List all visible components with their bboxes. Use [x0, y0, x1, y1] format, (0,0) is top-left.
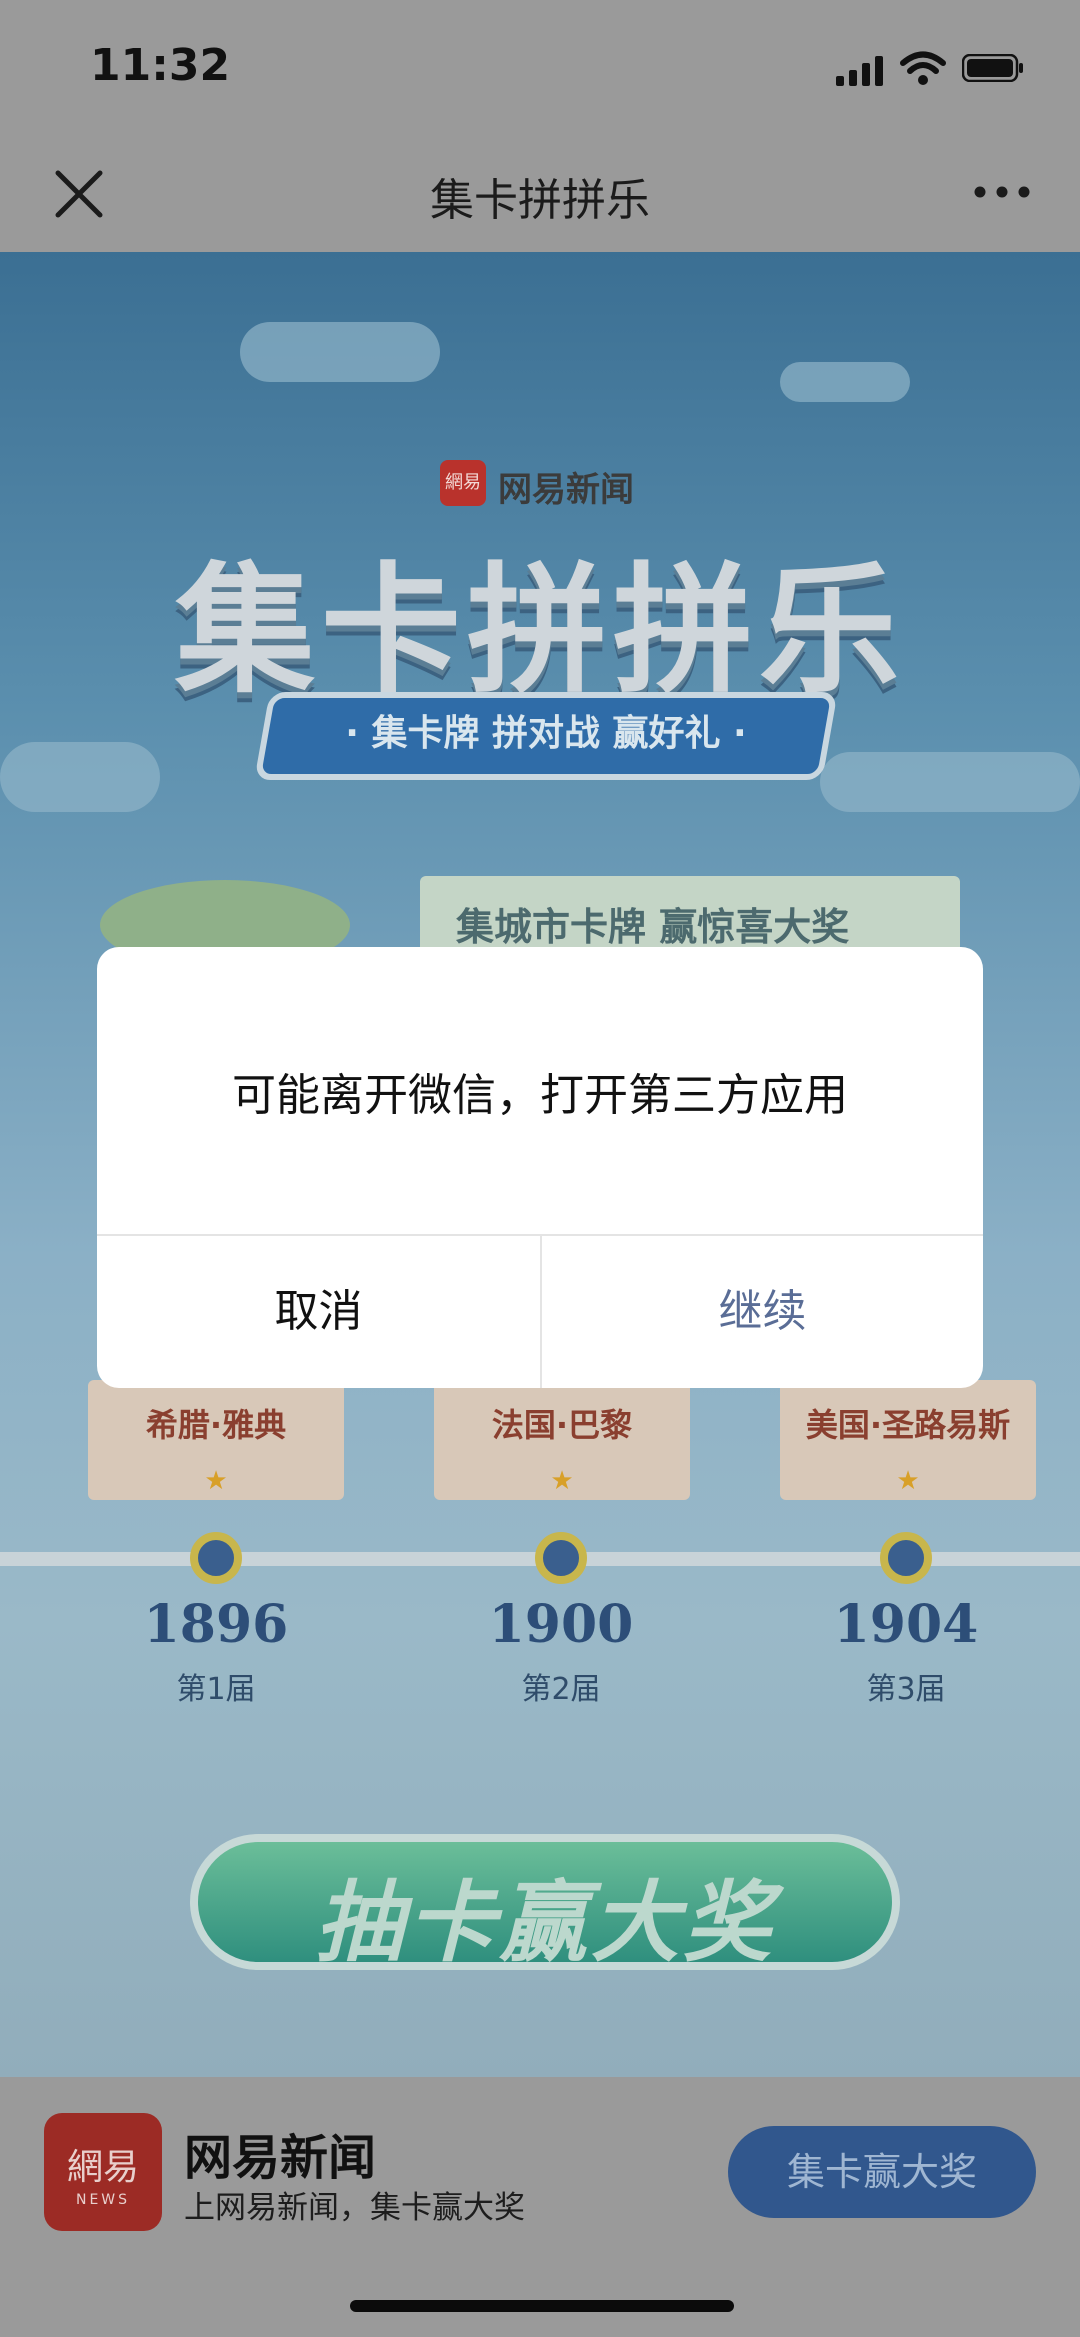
city-label: 美国·圣路易斯 [805, 1406, 1011, 1444]
app-tagline: 上网易新闻，集卡赢大奖 [184, 2190, 525, 2226]
continue-button[interactable]: 继续 [542, 1236, 983, 1388]
timeline-dot [535, 1532, 587, 1584]
cancel-button[interactable]: 取消 [97, 1236, 540, 1388]
app-logo-text: 網易 [66, 2147, 139, 2188]
cloud-decoration [820, 752, 1080, 812]
timeline-edition: 第3届 [866, 1672, 946, 1707]
open-app-dialog: 可能离开微信，打开第三方应用 取消 继续 [97, 947, 983, 1388]
cloud-decoration [240, 322, 440, 382]
timeline-edition: 第1届 [176, 1672, 256, 1707]
dialog-message: 可能离开微信，打开第三方应用 [232, 1070, 848, 1121]
cloud-decoration [780, 362, 910, 402]
timeline-dot [190, 1532, 242, 1584]
star-icon: ★ [204, 1466, 228, 1496]
timeline-year: 1896 [143, 1594, 289, 1655]
hero-subtitle: · 集卡牌 拼对战 赢好礼 · [345, 713, 747, 754]
city-label: 希腊·雅典 [145, 1406, 287, 1444]
brand-name: 网易新闻 [498, 470, 634, 510]
app-name: 网易新闻 [184, 2130, 377, 2186]
wifi-icon [900, 51, 946, 85]
app-logo-subtext: NEWS [75, 2192, 131, 2208]
hero-title: 集卡拼拼乐 [174, 550, 905, 713]
home-indicator[interactable] [350, 2300, 734, 2312]
more-icon[interactable] [972, 182, 1032, 202]
timeline-year: 1900 [488, 1594, 634, 1655]
cloud-decoration [0, 742, 160, 812]
timeline-edition: 第2届 [521, 1672, 601, 1707]
city-label: 法国·巴黎 [491, 1406, 633, 1444]
status-time: 11:32 [90, 40, 231, 91]
cta-button[interactable]: 集卡赢大奖 [728, 2126, 1036, 2218]
star-icon: ★ [896, 1466, 920, 1496]
brand-logo: 網易 [440, 460, 486, 506]
star-icon: ★ [550, 1466, 574, 1496]
battery-icon [962, 54, 1023, 82]
ribbon-text: 集城市卡牌 赢惊喜大奖 [456, 905, 850, 949]
cellular-signal-icon [836, 56, 883, 86]
timeline-year: 1904 [833, 1594, 979, 1655]
draw-card-label: 抽卡赢大奖 [314, 1871, 775, 1974]
timeline-dot [880, 1532, 932, 1584]
page-title: 集卡拼拼乐 [430, 175, 650, 226]
